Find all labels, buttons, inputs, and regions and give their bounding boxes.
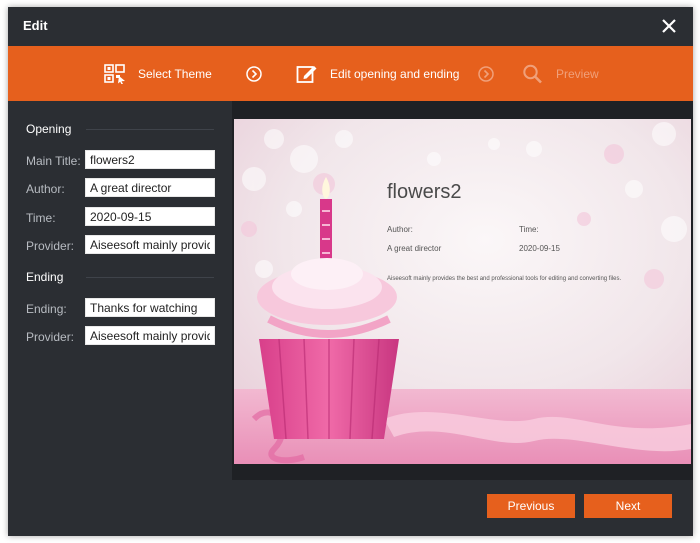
step-edit-opening[interactable]: Edit opening and ending	[296, 46, 459, 101]
step-edit-opening-label: Edit opening and ending	[330, 66, 460, 81]
arrow-right-circle-icon	[246, 66, 262, 82]
preview-time-label: Time:	[519, 225, 539, 234]
theme-grid-icon	[104, 63, 125, 84]
time-label: Time:	[26, 211, 56, 225]
ending-section-title: Ending	[26, 270, 64, 284]
opening-provider-input[interactable]	[85, 235, 215, 254]
preview-image: flowers2 Author: Time: A great director …	[234, 119, 691, 464]
preview-provider-text: Aiseesoft mainly provides the best and p…	[387, 276, 622, 282]
next-button[interactable]: Next	[584, 494, 672, 518]
main-title-input[interactable]	[85, 150, 215, 169]
step-bar: Select Theme Edit opening and ending Pre…	[8, 46, 693, 101]
main-title-label: Main Title:	[26, 154, 81, 168]
window-title: Edit	[23, 18, 48, 33]
author-input[interactable]	[85, 178, 215, 197]
ending-provider-label: Provider:	[26, 330, 75, 344]
opening-provider-label: Provider:	[26, 239, 75, 253]
edit-dialog: Edit Select Theme Edit opening and endin…	[8, 7, 693, 536]
ending-label: Ending:	[26, 302, 67, 316]
step-select-theme-label: Select Theme	[138, 66, 212, 81]
cupcake-background-image	[234, 119, 691, 464]
ending-provider-input[interactable]	[85, 326, 215, 345]
footer: Previous Next	[8, 480, 693, 536]
close-icon[interactable]	[659, 16, 679, 36]
section-divider	[86, 277, 214, 278]
previous-button[interactable]: Previous	[487, 494, 575, 518]
step-select-theme[interactable]: Select Theme	[104, 46, 212, 101]
preview-area: flowers2 Author: Time: A great director …	[232, 101, 693, 480]
step-preview-label: Preview	[556, 66, 599, 81]
edit-icon	[296, 65, 317, 83]
preview-time-value: 2020-09-15	[519, 244, 560, 253]
time-input[interactable]	[85, 207, 215, 226]
preview-title: flowers2	[387, 181, 462, 203]
settings-panel: Opening Main Title: Author: Time: Provid…	[8, 101, 232, 480]
step-preview[interactable]: Preview	[522, 46, 599, 101]
preview-author-value: A great director	[387, 244, 442, 253]
arrow-right-circle-icon	[478, 66, 494, 82]
ending-input[interactable]	[85, 298, 215, 317]
search-icon	[523, 64, 542, 83]
section-divider	[86, 129, 214, 130]
opening-section-title: Opening	[26, 122, 72, 136]
title-bar: Edit	[8, 7, 693, 46]
author-label: Author:	[26, 182, 65, 196]
preview-author-label: Author:	[387, 225, 413, 234]
